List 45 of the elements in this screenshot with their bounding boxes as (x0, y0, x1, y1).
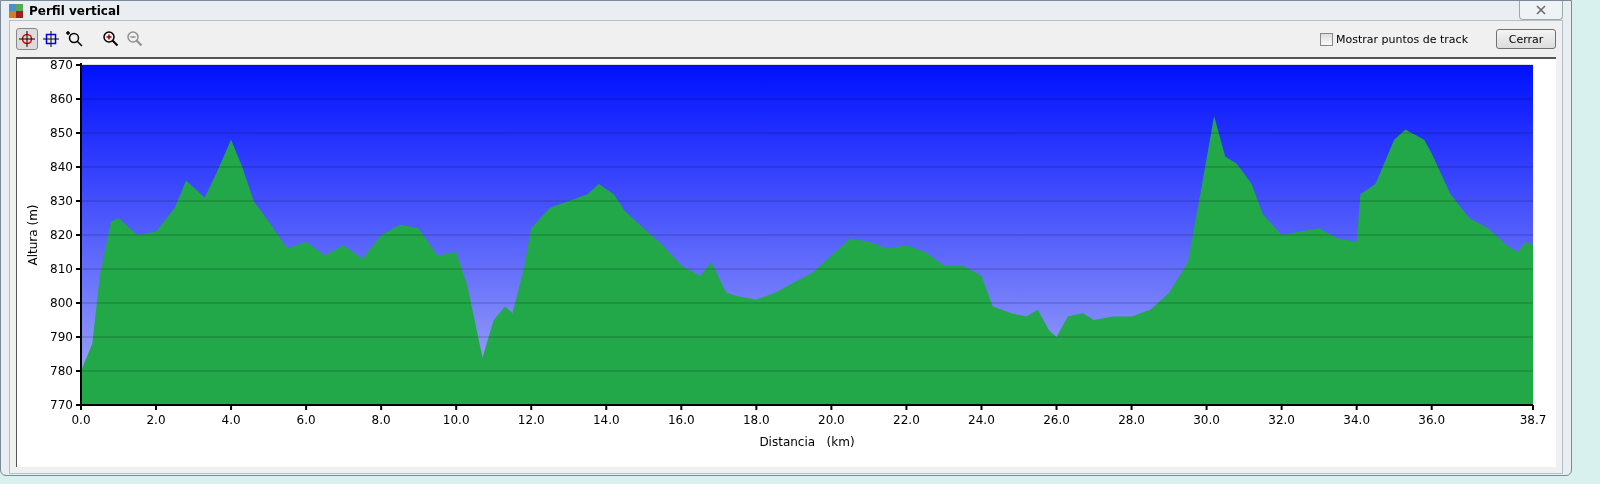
x-tick-label: 12.0 (517, 413, 545, 427)
x-tick-label: 20.0 (818, 413, 845, 427)
x-tick-label: 10.0 (442, 413, 470, 427)
x-tick-label: 36.0 (1418, 413, 1446, 427)
zoom-out-icon (126, 30, 144, 48)
x-tick-label: 30.0 (1193, 413, 1220, 427)
window-title: Perfil vertical (29, 3, 122, 18)
x-tick-label: 22.0 (893, 413, 920, 427)
x-tick-label: 34.0 (1343, 413, 1370, 427)
y-tick-label: 780 (50, 364, 73, 378)
x-axis-title: Distancia (km) (759, 435, 855, 449)
x-tick-label: 24.0 (968, 413, 995, 427)
x-tick-label: 18.0 (743, 413, 770, 427)
checkbox-label: Mostrar puntos de track (1336, 32, 1468, 46)
x-tick-label: 28.0 (1118, 413, 1145, 427)
toolbar-button[interactable] (16, 28, 38, 50)
x-tick-label: 38.7 (1519, 413, 1547, 427)
x-tick-label: 2.0 (146, 413, 166, 427)
y-tick-label: 800 (50, 296, 73, 310)
x-tick-label: 26.0 (1043, 413, 1070, 427)
y-tick-label: 840 (50, 160, 73, 174)
x-tick-label: 16.0 (667, 413, 695, 427)
checkbox[interactable] (1320, 32, 1333, 46)
y-tick-label: 790 (50, 330, 73, 344)
app-icon (9, 3, 23, 18)
crosshair-icon (42, 30, 60, 48)
close-button[interactable]: Cerrar (1496, 29, 1556, 49)
x-tick-label: 32.0 (1268, 413, 1295, 427)
y-tick-label: 860 (50, 92, 73, 106)
x-tick-label: 14.0 (592, 413, 620, 427)
y-tick-label: 850 (50, 126, 73, 140)
x-tick-label: 6.0 (296, 413, 316, 427)
y-tick-label: 830 (50, 194, 73, 208)
x-tick-label: 8.0 (371, 413, 391, 427)
y-tick-label: 810 (50, 262, 73, 276)
y-tick-label: 820 (50, 228, 73, 242)
x-tick-label: 4.0 (221, 413, 241, 427)
x-tick-label: 0.0 (71, 413, 91, 427)
toolbar-button[interactable] (40, 28, 62, 50)
y-tick-label: 870 (50, 59, 73, 72)
y-tick-label: 770 (50, 398, 73, 412)
zoom-icon (66, 30, 84, 48)
zoom-in-icon (102, 30, 120, 48)
y-axis-title: Altura (m) (26, 204, 40, 266)
crosshair-icon (18, 30, 36, 48)
